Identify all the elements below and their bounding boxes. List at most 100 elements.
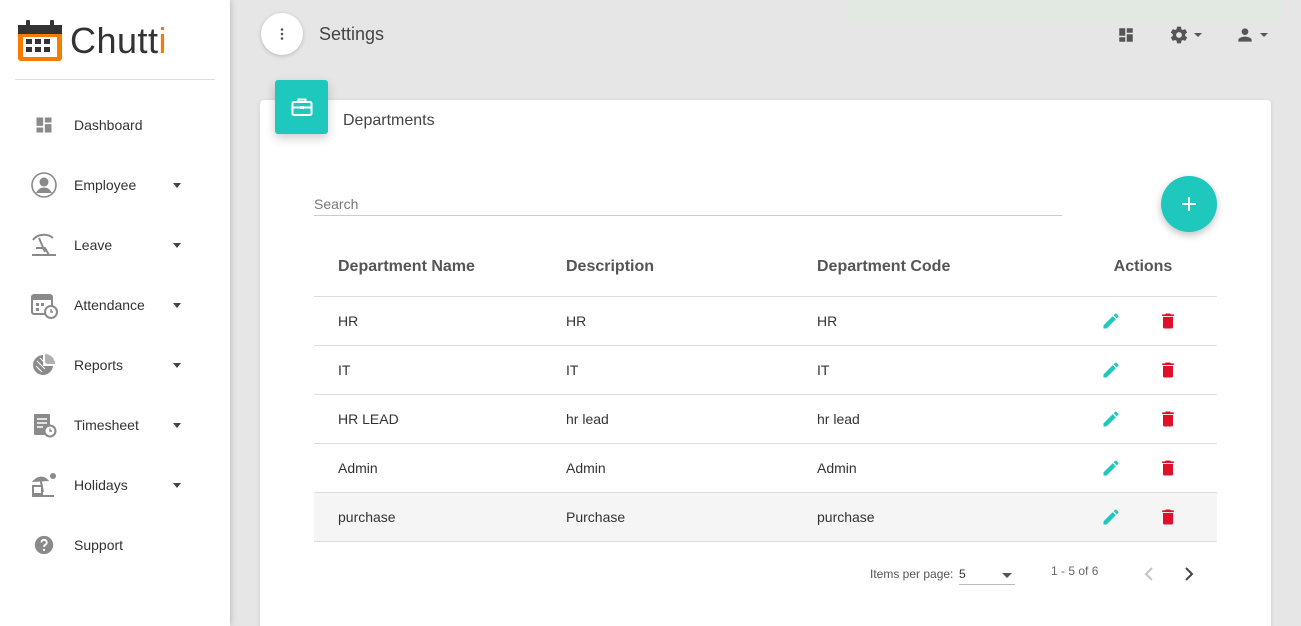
cell-description: hr lead <box>566 411 609 427</box>
chevron-left-icon <box>1144 567 1153 581</box>
sidebar-item-support[interactable]: Support <box>0 515 230 575</box>
sidebar-item-label: Timesheet <box>74 417 139 433</box>
cell-department-code: purchase <box>817 509 875 525</box>
notification-bar <box>847 0 1281 22</box>
sidebar-item-timesheet[interactable]: Timesheet <box>0 395 230 455</box>
chevron-down-icon <box>173 303 181 308</box>
table-header: Department Name Description Department C… <box>314 238 1217 297</box>
edit-button[interactable] <box>1101 311 1121 331</box>
table-row: Admin Admin Admin <box>314 444 1217 493</box>
table-row: HR HR HR <box>314 297 1217 346</box>
page-range-label: 1 - 5 of 6 <box>1051 564 1099 578</box>
next-page-button[interactable] <box>1177 562 1201 586</box>
cell-department-name: HR <box>338 313 359 329</box>
column-header-department-code[interactable]: Department Code <box>817 258 1069 276</box>
dashboard-button[interactable] <box>1117 24 1135 46</box>
sidebar-nav: Dashboard Employee Leave Attendance Repo… <box>0 95 230 575</box>
sidebar-item-reports[interactable]: Reports <box>0 335 230 395</box>
delete-button[interactable] <box>1158 360 1178 380</box>
settings-menu-button[interactable] <box>1169 24 1202 46</box>
trash-icon <box>1162 313 1174 329</box>
briefcase-icon <box>291 98 312 116</box>
delete-button[interactable] <box>1158 409 1178 429</box>
previous-page-button[interactable] <box>1137 562 1161 586</box>
column-header-department-name[interactable]: Department Name <box>314 258 566 276</box>
cell-actions <box>1069 409 1217 429</box>
sidebar-item-label: Holidays <box>74 477 128 493</box>
chevron-down-icon <box>1260 33 1268 37</box>
calendar-clock-icon <box>30 291 58 319</box>
user-menu-button[interactable] <box>1235 24 1268 46</box>
chevron-down-icon <box>173 183 181 188</box>
pencil-icon <box>1103 362 1119 378</box>
person-icon <box>30 171 58 199</box>
table-row: purchase Purchase purchase <box>314 493 1217 542</box>
chevron-down-icon <box>173 243 181 248</box>
cell-description: HR <box>566 313 587 329</box>
pencil-icon <box>1103 509 1119 525</box>
card-header-badge <box>275 80 328 134</box>
chevron-right-icon <box>1185 567 1194 581</box>
page-title: Settings <box>319 24 385 44</box>
column-header-description[interactable]: Description <box>566 258 817 276</box>
help-icon <box>30 531 58 559</box>
table-row: IT IT IT <box>314 346 1217 395</box>
cell-actions <box>1069 311 1217 331</box>
cell-department-code: HR <box>817 313 838 329</box>
edit-button[interactable] <box>1101 507 1121 527</box>
holiday-icon <box>30 471 58 499</box>
cell-actions <box>1069 458 1217 478</box>
delete-button[interactable] <box>1158 311 1178 331</box>
dashboard-icon <box>1119 28 1133 42</box>
sidebar-item-leave[interactable]: Leave <box>0 215 230 275</box>
edit-button[interactable] <box>1101 409 1121 429</box>
search-input[interactable] <box>314 195 1062 213</box>
column-header-actions: Actions <box>1113 258 1173 275</box>
cell-department-name: IT <box>338 362 351 378</box>
card-title: Departments <box>343 112 435 129</box>
cell-description: Purchase <box>566 509 626 525</box>
chevron-down-icon <box>1194 33 1202 37</box>
beach-chair-icon <box>30 231 58 259</box>
dashboard-icon <box>30 111 58 139</box>
items-per-page-label: Items per page: <box>870 567 954 581</box>
chevron-down-icon <box>173 363 181 368</box>
logo-text: Chutti <box>70 20 168 61</box>
sidebar-item-dashboard[interactable]: Dashboard <box>0 95 230 155</box>
sidebar-item-attendance[interactable]: Attendance <box>0 275 230 335</box>
sidebar-item-employee[interactable]: Employee <box>0 155 230 215</box>
menu-toggle-button[interactable] <box>261 13 303 55</box>
search-field[interactable] <box>314 195 1062 216</box>
logo[interactable]: Chutti <box>16 16 167 66</box>
sidebar-item-holidays[interactable]: Holidays <box>0 455 230 515</box>
delete-button[interactable] <box>1158 507 1178 527</box>
pencil-icon <box>1103 460 1119 476</box>
sidebar-item-label: Attendance <box>74 297 145 313</box>
trash-icon <box>1162 509 1174 525</box>
chevron-down-icon <box>1002 573 1012 578</box>
sidebar-item-label: Support <box>74 537 124 553</box>
cell-actions <box>1069 507 1217 527</box>
sidebar-item-label: Leave <box>74 237 113 253</box>
plus-icon <box>1182 197 1196 211</box>
edit-button[interactable] <box>1101 458 1121 478</box>
cell-department-code: IT <box>817 362 830 378</box>
pencil-icon <box>1103 313 1119 329</box>
divider <box>15 79 215 80</box>
cell-department-name: HR LEAD <box>338 411 399 427</box>
trash-icon <box>1162 411 1174 427</box>
pie-chart-icon <box>30 351 58 379</box>
items-per-page-select[interactable]: 5 <box>959 565 1015 585</box>
cell-description: Admin <box>566 460 606 476</box>
cell-department-code: Admin <box>817 460 857 476</box>
pencil-icon <box>1103 411 1119 427</box>
trash-icon <box>1162 362 1174 378</box>
chevron-down-icon <box>173 483 181 488</box>
chevron-down-icon <box>173 423 181 428</box>
delete-button[interactable] <box>1158 458 1178 478</box>
person-icon <box>1238 28 1252 42</box>
more-vert-icon <box>280 28 284 40</box>
add-department-button[interactable] <box>1161 176 1217 232</box>
sidebar-item-label: Employee <box>74 177 137 193</box>
edit-button[interactable] <box>1101 360 1121 380</box>
